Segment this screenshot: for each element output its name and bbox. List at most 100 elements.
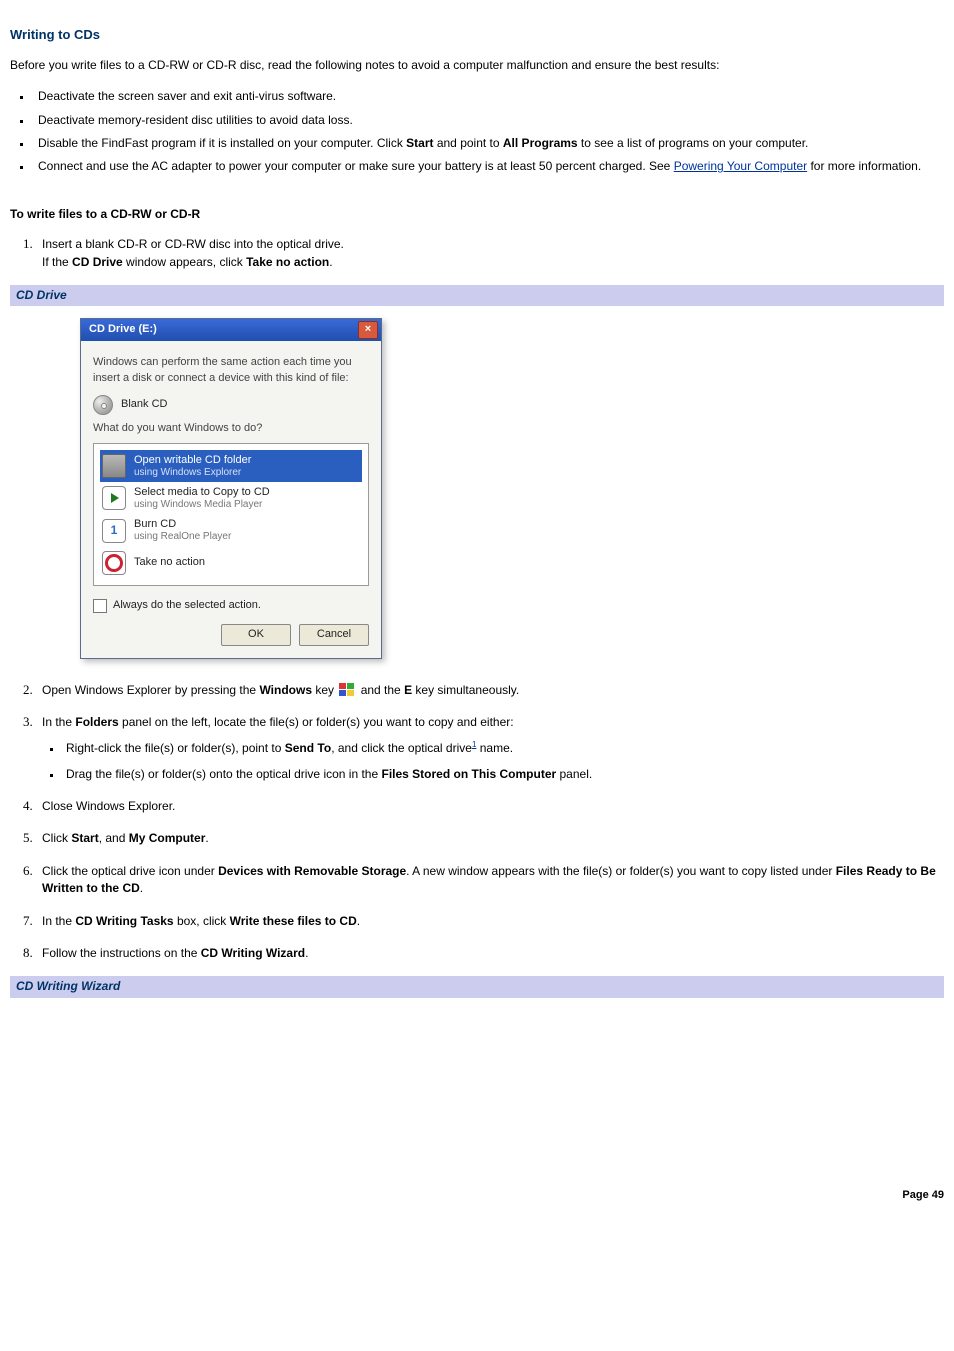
text: and point to [434, 136, 503, 150]
option-select-media-copy[interactable]: Select media to Copy to CD using Windows… [100, 482, 362, 514]
text: Right-click the file(s) or folder(s), po… [66, 741, 285, 755]
blank-cd-label: Blank CD [121, 397, 167, 413]
step: Click Start, and My Computer. [36, 829, 944, 847]
option-title: Take no action [134, 556, 205, 569]
bold-files-stored: Files Stored on This Computer [381, 767, 556, 781]
text: . [205, 831, 208, 845]
bold-start: Start [71, 831, 98, 845]
checkbox-icon[interactable] [93, 599, 107, 613]
sub-steps: Right-click the file(s) or folder(s), po… [62, 739, 944, 783]
sub-step: Drag the file(s) or folder(s) onto the o… [62, 766, 944, 783]
option-open-writable-folder[interactable]: Open writable CD folder using Windows Ex… [100, 450, 362, 482]
note-item: Deactivate the screen saver and exit ant… [32, 88, 944, 105]
note-item: Disable the FindFast program if it is in… [32, 135, 944, 152]
realone-icon: 1 [102, 519, 126, 543]
text: . [305, 946, 308, 960]
procedure-heading: To write files to a CD-RW or CD-R [10, 206, 944, 223]
always-do-checkbox-row[interactable]: Always do the selected action. [93, 598, 369, 614]
bold-take-no-action: Take no action [246, 255, 329, 269]
text: . [357, 914, 360, 928]
windows-key-icon [339, 683, 355, 697]
notes-list: Deactivate the screen saver and exit ant… [32, 88, 944, 176]
step: Open Windows Explorer by pressing the Wi… [36, 681, 944, 699]
text: name. [476, 741, 513, 755]
option-title: Burn CD [134, 518, 231, 531]
text: box, click [174, 914, 230, 928]
bold-cd-writing-tasks: CD Writing Tasks [75, 914, 173, 928]
text: for more information. [807, 159, 921, 173]
dialog-prompt: What do you want Windows to do? [93, 421, 369, 437]
text: In the [42, 914, 75, 928]
bold-send-to: Send To [285, 741, 331, 755]
action-listbox[interactable]: Open writable CD folder using Windows Ex… [93, 443, 369, 585]
powering-your-computer-link[interactable]: Powering Your Computer [674, 159, 807, 173]
text: Click the optical drive icon under [42, 864, 218, 878]
text: If the [42, 255, 72, 269]
bold-e-key: E [404, 683, 412, 697]
text: , and [99, 831, 129, 845]
bold-start: Start [406, 136, 433, 150]
ok-button[interactable]: OK [221, 624, 291, 646]
text: Insert a blank CD-R or CD-RW disc into t… [42, 237, 344, 251]
text: Click [42, 831, 71, 845]
step: In the CD Writing Tasks box, click Write… [36, 912, 944, 930]
option-title: Select media to Copy to CD [134, 486, 270, 499]
text: , and click the optical drive [331, 741, 472, 755]
section-heading: Writing to CDs [10, 26, 944, 45]
step: In the Folders panel on the left, locate… [36, 713, 944, 783]
procedure-list: Insert a blank CD-R or CD-RW disc into t… [32, 235, 944, 271]
no-action-icon [102, 551, 126, 575]
text: Open Windows Explorer by pressing the [42, 683, 259, 697]
option-subtitle: using Windows Explorer [134, 467, 251, 479]
text: panel. [556, 767, 592, 781]
bold-cd-drive: CD Drive [72, 255, 123, 269]
page-number: Page 49 [10, 1188, 944, 1204]
text: Follow the instructions on the [42, 946, 201, 960]
option-title: Open writable CD folder [134, 454, 251, 467]
text: Drag the file(s) or folder(s) onto the o… [66, 767, 381, 781]
bold-cd-writing-wizard: CD Writing Wizard [201, 946, 305, 960]
bold-write-these-files: Write these files to CD [230, 914, 357, 928]
option-take-no-action[interactable]: Take no action [100, 547, 362, 579]
step: Close Windows Explorer. [36, 797, 944, 815]
step: Follow the instructions on the CD Writin… [36, 944, 944, 962]
bold-my-computer: My Computer [129, 831, 206, 845]
cancel-button[interactable]: Cancel [299, 624, 369, 646]
note-item: Deactivate memory-resident disc utilitie… [32, 112, 944, 129]
text: to see a list of programs on your comput… [578, 136, 809, 150]
text: panel on the left, locate the file(s) or… [119, 715, 514, 729]
dialog-titlebar: CD Drive (E:) × [81, 319, 381, 341]
text: window appears, click [123, 255, 246, 269]
cd-drive-dialog-figure: CD Drive (E:) × Windows can perform the … [80, 318, 944, 658]
folder-icon [102, 454, 126, 478]
text: and the [361, 683, 404, 697]
note-item: Connect and use the AC adapter to power … [32, 158, 944, 175]
text: key simultaneously. [412, 683, 519, 697]
cd-icon [93, 395, 113, 415]
option-burn-cd[interactable]: 1 Burn CD using RealOne Player [100, 514, 362, 546]
dialog-title: CD Drive (E:) [89, 322, 358, 338]
sub-step: Right-click the file(s) or folder(s), po… [62, 739, 944, 757]
dialog-description: Windows can perform the same action each… [93, 355, 369, 387]
option-subtitle: using Windows Media Player [134, 499, 270, 511]
bold-devices-removable: Devices with Removable Storage [218, 864, 406, 878]
figure-caption-cd-drive: CD Drive [10, 285, 944, 306]
media-player-icon [102, 486, 126, 510]
text: . A new window appears with the file(s) … [406, 864, 836, 878]
step: Click the optical drive icon under Devic… [36, 862, 944, 898]
figure-caption-cd-writing-wizard: CD Writing Wizard [10, 976, 944, 997]
intro-paragraph: Before you write files to a CD-RW or CD-… [10, 57, 944, 74]
text: key [312, 683, 337, 697]
text: Connect and use the AC adapter to power … [38, 159, 674, 173]
text: Disable the FindFast program if it is in… [38, 136, 406, 150]
text: . [329, 255, 332, 269]
option-subtitle: using RealOne Player [134, 531, 231, 543]
checkbox-label: Always do the selected action. [113, 598, 261, 614]
procedure-list-cont: Open Windows Explorer by pressing the Wi… [32, 681, 944, 963]
cd-drive-dialog: CD Drive (E:) × Windows can perform the … [80, 318, 382, 658]
step: Insert a blank CD-R or CD-RW disc into t… [36, 235, 944, 271]
text: . [140, 881, 143, 895]
text: In the [42, 715, 75, 729]
bold-folders: Folders [75, 715, 118, 729]
close-icon[interactable]: × [358, 321, 378, 339]
